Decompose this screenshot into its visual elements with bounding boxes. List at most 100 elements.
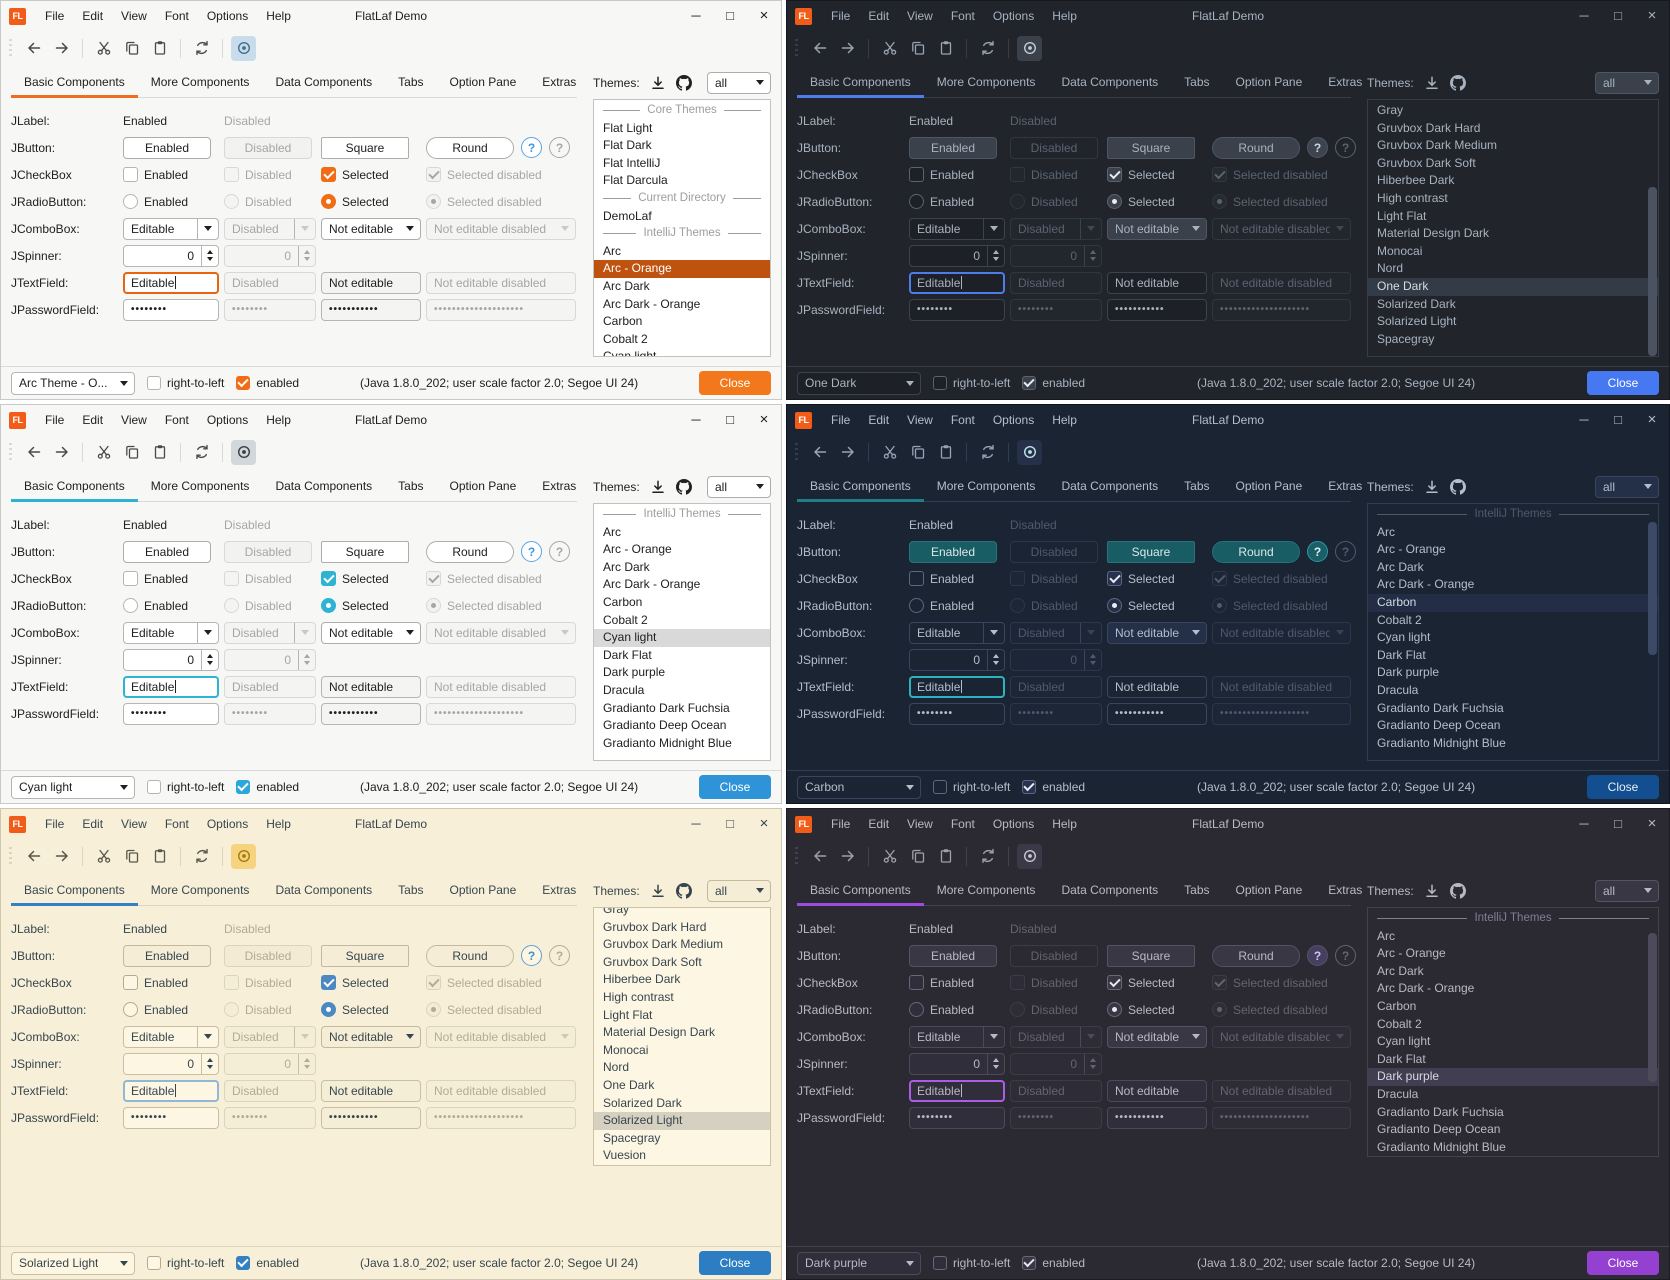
- tab-basic-components[interactable]: Basic Components: [11, 67, 138, 97]
- theme-list-item[interactable]: Solarized Light: [1368, 313, 1658, 331]
- tab-option-pane[interactable]: Option Pane: [437, 875, 530, 905]
- tab-more-components[interactable]: More Components: [924, 67, 1049, 97]
- jpasswordfield-not-editable[interactable]: •••••••••••: [1107, 299, 1207, 321]
- menu-font[interactable]: Font: [942, 809, 984, 839]
- theme-list-item[interactable]: Dracula: [594, 682, 770, 700]
- spinner-up-icon[interactable]: [207, 250, 213, 254]
- close-button[interactable]: Close: [699, 1251, 771, 1275]
- theme-selector-combo[interactable]: One Dark: [797, 372, 921, 395]
- tab-extras[interactable]: Extras: [1315, 875, 1375, 905]
- tab-data-components[interactable]: Data Components: [262, 471, 385, 501]
- close-button[interactable]: ×: [1635, 405, 1669, 435]
- menu-file[interactable]: File: [36, 405, 73, 435]
- jradiobutton-selected[interactable]: Selected: [321, 1002, 389, 1017]
- menu-file[interactable]: File: [36, 1, 73, 31]
- jbutton-round[interactable]: Round: [426, 541, 514, 563]
- tab-option-pane[interactable]: Option Pane: [437, 67, 530, 97]
- help-button[interactable]: ?: [521, 945, 542, 966]
- rtl-checkbox[interactable]: right-to-left: [933, 376, 1010, 390]
- spinner-down-icon[interactable]: [207, 661, 213, 665]
- theme-list-item[interactable]: Monocai: [1368, 243, 1658, 261]
- refresh-icon[interactable]: [975, 440, 1000, 465]
- enabled-checkbox[interactable]: enabled: [236, 1256, 299, 1270]
- jspinner-enabled[interactable]: 0: [123, 649, 219, 671]
- jspinner-enabled-buttons[interactable]: [201, 1054, 218, 1074]
- jcheckbox-selected[interactable]: Selected: [321, 975, 389, 990]
- jcombobox-not-editable[interactable]: Not editable: [1107, 1026, 1207, 1048]
- menu-view[interactable]: View: [112, 1, 156, 31]
- enabled-checkbox[interactable]: enabled: [1022, 376, 1085, 390]
- minimize-button[interactable]: ─: [1567, 809, 1601, 839]
- tab-basic-components[interactable]: Basic Components: [797, 67, 924, 97]
- jcombobox-not-editable[interactable]: Not editable: [1107, 622, 1207, 644]
- show-hidden-icon[interactable]: [1017, 440, 1042, 465]
- close-button[interactable]: ×: [1635, 1, 1669, 31]
- theme-list-item[interactable]: Flat Light: [594, 120, 770, 138]
- show-hidden-icon[interactable]: [231, 36, 256, 61]
- jcheckbox-selected[interactable]: Selected: [1107, 975, 1175, 990]
- enabled-checkbox[interactable]: enabled: [236, 780, 299, 794]
- menu-file[interactable]: File: [36, 809, 73, 839]
- jcheckbox-selected[interactable]: Selected: [1107, 571, 1175, 586]
- jpasswordfield-editable[interactable]: ••••••••: [123, 1107, 219, 1129]
- jcombobox-not-editable[interactable]: Not editable: [321, 218, 421, 240]
- help-button[interactable]: ?: [1307, 541, 1328, 562]
- theme-list-item[interactable]: Gruvbox Dark Medium: [594, 936, 770, 954]
- github-icon[interactable]: [676, 883, 692, 899]
- jradiobutton-enabled[interactable]: Enabled: [909, 1002, 974, 1017]
- tab-more-components[interactable]: More Components: [138, 67, 263, 97]
- theme-list-item[interactable]: Cyan light: [1368, 629, 1658, 647]
- jbutton-square[interactable]: Square: [1107, 945, 1195, 967]
- tab-data-components[interactable]: Data Components: [262, 67, 385, 97]
- theme-list-item[interactable]: Gradianto Deep Ocean: [1368, 1121, 1658, 1139]
- jtextfield-not-editable[interactable]: Not editable: [1107, 676, 1207, 698]
- theme-list-item[interactable]: Gruvbox Dark Soft: [594, 954, 770, 972]
- jradiobutton-selected[interactable]: Selected: [321, 598, 389, 613]
- theme-list-item[interactable]: Dark Flat: [1368, 647, 1658, 665]
- close-button[interactable]: Close: [1587, 1251, 1659, 1275]
- paste-icon[interactable]: [147, 440, 172, 465]
- menu-options[interactable]: Options: [984, 1, 1043, 31]
- menu-edit[interactable]: Edit: [859, 1, 898, 31]
- theme-selector-combo[interactable]: Arc Theme - O...: [11, 372, 135, 395]
- jspinner-enabled[interactable]: 0: [909, 1053, 1005, 1075]
- theme-list-item[interactable]: Arc Dark: [1368, 559, 1658, 577]
- theme-list-item[interactable]: Solarized Dark: [1368, 296, 1658, 314]
- spinner-down-icon[interactable]: [993, 661, 999, 665]
- jtextfield-editable[interactable]: Editable: [123, 1080, 219, 1102]
- theme-list-item[interactable]: Arc Dark - Orange: [594, 296, 770, 314]
- paste-icon[interactable]: [147, 36, 172, 61]
- refresh-icon[interactable]: [975, 36, 1000, 61]
- theme-list-item[interactable]: Gruvbox Dark Hard: [1368, 120, 1658, 138]
- theme-list-item[interactable]: Gray: [594, 907, 770, 919]
- maximize-button[interactable]: □: [1601, 809, 1635, 839]
- forward-icon[interactable]: [835, 36, 860, 61]
- back-icon[interactable]: [21, 440, 46, 465]
- theme-list-item[interactable]: Cobalt 2: [1368, 612, 1658, 630]
- jcheckbox-enabled[interactable]: Enabled: [909, 975, 974, 990]
- theme-filter-combo[interactable]: all: [707, 72, 771, 94]
- forward-icon[interactable]: [49, 844, 74, 869]
- theme-list-item[interactable]: Arc Dark: [1368, 963, 1658, 981]
- help-button[interactable]: ?: [1307, 137, 1328, 158]
- menu-font[interactable]: Font: [942, 1, 984, 31]
- refresh-icon[interactable]: [975, 844, 1000, 869]
- download-icon[interactable]: [650, 479, 666, 495]
- theme-list-item[interactable]: Carbon: [594, 594, 770, 612]
- github-icon[interactable]: [1450, 479, 1466, 495]
- rtl-checkbox[interactable]: right-to-left: [147, 1256, 224, 1270]
- github-icon[interactable]: [676, 75, 692, 91]
- jradiobutton-selected[interactable]: Selected: [1107, 194, 1175, 209]
- theme-list-item[interactable]: Gradianto Deep Ocean: [1368, 717, 1658, 735]
- refresh-icon[interactable]: [189, 440, 214, 465]
- theme-list-item[interactable]: Gradianto Midnight Blue: [594, 735, 770, 753]
- spinner-up-icon[interactable]: [207, 1058, 213, 1062]
- theme-list-item[interactable]: Solarized Dark: [594, 1095, 770, 1113]
- jbutton-enabled[interactable]: Enabled: [909, 945, 997, 967]
- jcheckbox-selected[interactable]: Selected: [321, 167, 389, 182]
- theme-list-item[interactable]: Cyan light: [594, 629, 770, 647]
- jbutton-square[interactable]: Square: [1107, 137, 1195, 159]
- jtextfield-not-editable[interactable]: Not editable: [1107, 1080, 1207, 1102]
- theme-list-item[interactable]: Arc Dark - Orange: [1368, 980, 1658, 998]
- theme-list-item[interactable]: Hiberbee Dark: [1368, 172, 1658, 190]
